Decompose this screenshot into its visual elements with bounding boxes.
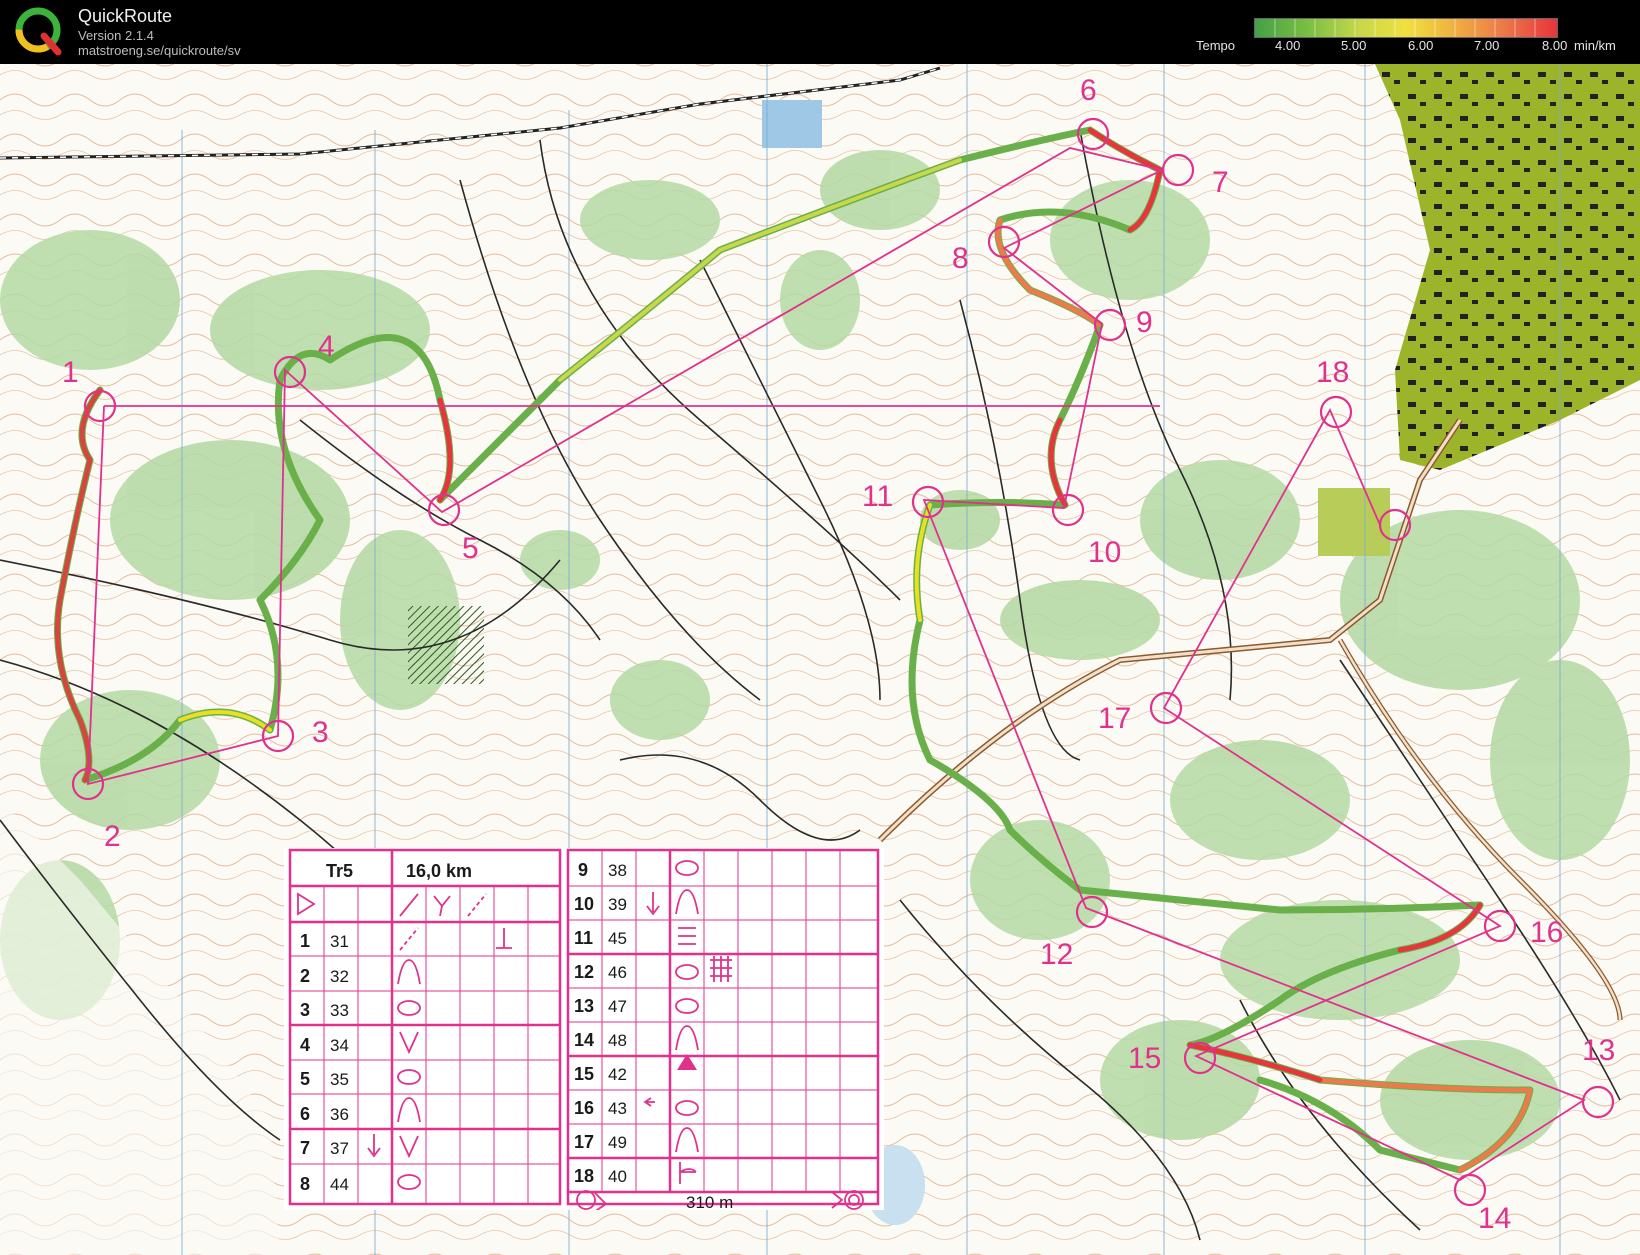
svg-text:10: 10 (574, 894, 594, 914)
tempo-tick: 5.00 (1341, 38, 1367, 53)
svg-text:42: 42 (608, 1065, 627, 1084)
control-number: 13 (1582, 1034, 1615, 1067)
control-number: 12 (1040, 938, 1073, 971)
orienteering-map[interactable]: 1 2 3 4 5 6 7 8 9 10 11 12 13 14 15 16 1… (0, 64, 1640, 1255)
svg-text:15: 15 (574, 1064, 594, 1084)
svg-text:14: 14 (574, 1030, 594, 1050)
tempo-unit: min/km (1574, 38, 1616, 53)
svg-text:49: 49 (608, 1133, 627, 1152)
svg-text:17: 17 (574, 1132, 594, 1152)
svg-text:44: 44 (330, 1175, 349, 1194)
tempo-label: Tempo (1196, 38, 1236, 53)
control-number: 7 (1212, 166, 1229, 199)
svg-text:45: 45 (608, 929, 627, 948)
course-length: 16,0 km (406, 861, 472, 881)
water-area (762, 100, 822, 148)
svg-text:35: 35 (330, 1070, 349, 1089)
svg-text:47: 47 (608, 997, 627, 1016)
control-number: 6 (1080, 74, 1097, 107)
svg-text:18: 18 (574, 1166, 594, 1186)
course-name: Tr5 (326, 861, 353, 881)
svg-text:39: 39 (608, 895, 627, 914)
tempo-tick: 7.00 (1474, 38, 1500, 53)
svg-text:5: 5 (300, 1069, 310, 1089)
svg-text:4: 4 (300, 1035, 310, 1055)
quickroute-logo-icon (15, 7, 62, 56)
tempo-tick: 4.00 (1275, 38, 1301, 53)
svg-text:6: 6 (300, 1104, 310, 1124)
tempo-color-scale (1254, 18, 1558, 38)
control-number: 11 (862, 480, 893, 513)
svg-text:11: 11 (574, 928, 593, 948)
control-number: 2 (104, 820, 121, 853)
control-number: 18 (1316, 356, 1349, 389)
app-header: QuickRoute Version 2.1.4 matstroeng.se/q… (0, 0, 1640, 64)
svg-text:16: 16 (574, 1098, 594, 1118)
svg-text:31: 31 (330, 932, 349, 951)
svg-text:34: 34 (330, 1036, 349, 1055)
control-number: 15 (1128, 1042, 1161, 1075)
control-number: 14 (1478, 1202, 1511, 1235)
svg-text:40: 40 (608, 1167, 627, 1186)
hatched-area (408, 606, 484, 684)
svg-text:1: 1 (300, 931, 310, 951)
svg-text:2: 2 (300, 966, 310, 986)
svg-text:13: 13 (574, 996, 594, 1016)
control-number: 4 (318, 330, 335, 363)
svg-text:37: 37 (330, 1139, 349, 1158)
svg-text:43: 43 (608, 1099, 627, 1118)
svg-text:12: 12 (574, 962, 594, 982)
control-number: 1 (62, 356, 79, 389)
svg-text:7: 7 (300, 1138, 310, 1158)
control-number: 5 (462, 532, 479, 565)
tempo-tick: 6.00 (1408, 38, 1434, 53)
svg-text:3: 3 (300, 1000, 310, 1020)
app-version: Version 2.1.4 (78, 28, 154, 43)
svg-text:38: 38 (608, 861, 627, 880)
control-number: 16 (1530, 916, 1563, 949)
finish-distance: 310 m (686, 1193, 733, 1210)
svg-text:32: 32 (330, 967, 349, 986)
control-number: 10 (1088, 536, 1121, 569)
svg-text:36: 36 (330, 1105, 349, 1124)
svg-text:33: 33 (330, 1001, 349, 1020)
control-number: 9 (1136, 306, 1153, 339)
control-description-sheet: Tr5 16,0 km 1 31 2 32 3 33 4 34 5 35 6 3… (284, 848, 884, 1210)
app-url[interactable]: matstroeng.se/quickroute/sv (78, 43, 241, 58)
control-number: 8 (952, 242, 969, 275)
svg-text:48: 48 (608, 1031, 627, 1050)
control-number: 17 (1098, 702, 1131, 735)
tempo-tick: 8.00 (1542, 38, 1568, 53)
svg-text:9: 9 (578, 860, 588, 880)
svg-text:46: 46 (608, 963, 627, 982)
control-number: 3 (312, 716, 329, 749)
app-title: QuickRoute (78, 6, 173, 26)
svg-text:8: 8 (300, 1174, 310, 1194)
